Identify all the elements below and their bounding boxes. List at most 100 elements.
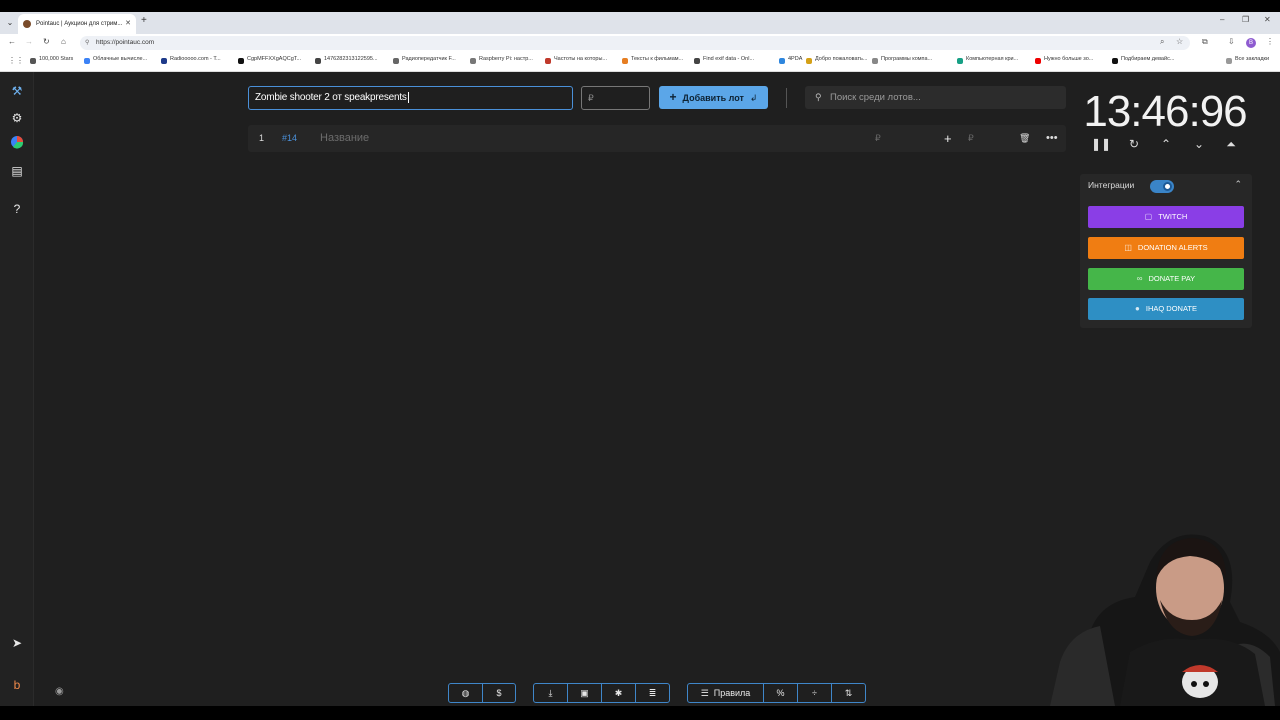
split-icon[interactable]: ÷ <box>798 684 832 702</box>
collapse-chevron-icon[interactable]: ⌃ <box>1234 179 1242 190</box>
bookmark-item[interactable]: Тексты к фильмам... <box>622 56 683 64</box>
time-down-icon[interactable]: ⌄ <box>1189 137 1209 151</box>
ihaq-icon: ● <box>1135 304 1140 313</box>
time-up-icon[interactable]: ⌃ <box>1156 137 1176 151</box>
rules-label: Правила <box>713 688 751 698</box>
bookmark-item[interactable]: 4PDA <box>779 56 802 64</box>
bookmark-item[interactable]: Find exif data - Onl... <box>694 56 754 64</box>
bookmark-item[interactable]: Облачные вычисле... <box>84 56 147 64</box>
search-icon: ⚲ <box>815 92 822 102</box>
pause-icon[interactable]: ❚❚ <box>1091 137 1111 151</box>
ihaq-donate-button[interactable]: ● IHAQ DONATE <box>1088 298 1244 320</box>
enter-arrow-icon: ↲ <box>749 93 758 103</box>
percent-button[interactable]: % <box>764 684 798 702</box>
bookmark-item[interactable]: Raspberry Pi: настр... <box>470 56 533 64</box>
double-up-icon[interactable]: ⏶ <box>1221 137 1241 152</box>
telegram-icon[interactable]: ➤ <box>8 634 26 652</box>
menu-kebab-icon[interactable]: ⋮ <box>1266 37 1274 46</box>
bookmark-item[interactable]: Программы компа... <box>872 56 932 64</box>
integrations-panel: Интеграции ⌃ ▢ TWITCH ◫ DONATION ALERTS ∞ DON… <box>1080 174 1252 328</box>
reset-timer-icon[interactable]: ↻ <box>1124 137 1144 151</box>
bookmarks-bar: ⋮⋮ 100,000 Stars Облачные вычисле... Radio… <box>0 52 1280 72</box>
download-icon[interactable]: ⤓ <box>534 684 568 702</box>
lot-amount: ₽ <box>875 133 881 143</box>
twitch-button[interactable]: ▢ TWITCH <box>1088 206 1244 228</box>
bookmark-item[interactable]: CgpMFFXXgAQCgT... <box>238 56 301 64</box>
streamer-webcam-overlay <box>1040 522 1280 706</box>
apps-grid-icon[interactable]: ⋮⋮ <box>8 56 24 65</box>
lot-name-value: Zombie shooter 2 от speakpresents <box>255 92 407 103</box>
save-floppy-icon[interactable]: ▣ <box>568 684 602 702</box>
url-field[interactable]: ⚲ https://pointauc.com <box>80 36 1190 50</box>
delete-trash-icon[interactable]: 🗑 <box>1019 125 1030 152</box>
bookmark-item[interactable]: Добро пожаловать... <box>806 56 867 64</box>
maximize-icon[interactable]: ❐ <box>1242 15 1249 24</box>
lot-name-input[interactable]: Zombie shooter 2 от speakpresents <box>248 86 573 110</box>
integrations-title: Интеграции <box>1088 180 1135 190</box>
integrations-toggle[interactable] <box>1150 180 1174 193</box>
bug-report-icon[interactable]: ✱ <box>602 684 636 702</box>
bookmark-item[interactable]: Компьютерная кри... <box>957 56 1018 64</box>
wheel-pie-icon[interactable] <box>8 135 26 153</box>
bookmark-item[interactable]: Подбираем девайс... <box>1112 56 1174 64</box>
all-bookmarks[interactable]: Все закладки <box>1226 56 1269 64</box>
lot-amount-input[interactable]: ₽ <box>581 86 650 110</box>
bookmark-item[interactable]: Радиопередатчик F... <box>393 56 456 64</box>
bookmark-item[interactable]: Частоты на которы... <box>545 56 607 64</box>
new-tab-icon[interactable]: + <box>141 15 147 26</box>
sort-icon[interactable]: ⇅ <box>832 684 865 702</box>
footer-group-files: ⤓ ▣ ✱ ≣ <box>533 683 670 703</box>
clear-list-icon[interactable]: ≣ <box>636 684 669 702</box>
bookmark-item[interactable]: 100,000 Stars <box>30 56 73 64</box>
add-amount-plus-icon[interactable]: + <box>944 125 952 152</box>
bookmark-item[interactable]: 1476282313122595... <box>315 56 378 64</box>
help-question-icon[interactable]: ? <box>8 200 26 218</box>
bookmark-star-icon[interactable]: ☆ <box>1176 37 1183 46</box>
zoom-icon[interactable]: ⌕ <box>1160 37 1164 47</box>
donation-alerts-button[interactable]: ◫ DONATION ALERTS <box>1088 237 1244 259</box>
home-icon[interactable]: ⌂ <box>61 37 66 46</box>
integration-label: IHAQ DONATE <box>1145 304 1197 313</box>
back-icon[interactable]: ← <box>8 37 16 46</box>
extensions-icon[interactable]: ⧉ <box>1202 37 1208 47</box>
boosty-icon[interactable]: b <box>8 676 26 694</box>
tab-title: Pointauc | Аукцион для стрим... <box>36 21 123 27</box>
auction-hammer-icon[interactable]: ⚒ <box>8 82 26 100</box>
donate-pay-button[interactable]: ∞ DONATE PAY <box>1088 268 1244 290</box>
lot-row: 1 #14 Название ₽ + ₽ 🗑 ••• <box>248 125 1066 152</box>
footer-group-links: ◍ $ <box>448 683 516 703</box>
downloads-icon[interactable]: ⇩ <box>1228 37 1235 46</box>
tab-search-icon[interactable]: ⌄ <box>3 15 17 30</box>
minimize-icon[interactable]: – <box>1220 15 1224 24</box>
forward-icon[interactable]: → <box>25 37 33 46</box>
github-icon[interactable]: ◍ <box>449 684 483 702</box>
more-options-icon[interactable]: ••• <box>1046 125 1058 152</box>
eye-icon[interactable]: ◉ <box>55 686 64 697</box>
search-placeholder: Поиск среди лотов... <box>830 92 921 103</box>
lot-search-input[interactable]: ⚲ Поиск среди лотов... <box>805 86 1066 109</box>
donation-alerts-icon: ◫ <box>1124 243 1132 252</box>
add-amount-input[interactable]: ₽ <box>968 125 974 152</box>
rules-button[interactable]: ☰ Правила <box>688 684 764 702</box>
auction-timer: 13:46:96 <box>1083 87 1247 136</box>
site-info-icon[interactable]: ⚲ <box>85 36 89 50</box>
lot-id: #14 <box>282 133 298 143</box>
browser-tab[interactable]: Pointauc | Аукцион для стрим... ✕ <box>18 14 136 34</box>
donate-dollar-icon[interactable]: $ <box>483 684 515 702</box>
bookmark-item[interactable]: Radiooooo.com - T... <box>161 56 221 64</box>
browser-window: ⌄ Pointauc | Аукцион для стрим... ✕ + – … <box>0 12 1280 706</box>
add-lot-button[interactable]: + Добавить лот ↲ <box>659 86 768 109</box>
sidebar: ⚒ ⚙ ▤ ? ➤ b <box>0 72 34 706</box>
lot-name-field[interactable]: Название <box>320 125 369 152</box>
bookmark-item[interactable]: Нужно больше зо... <box>1035 56 1093 64</box>
plus-icon: + <box>669 90 677 104</box>
settings-gear-icon[interactable]: ⚙ <box>8 109 26 127</box>
tab-strip: ⌄ Pointauc | Аукцион для стрим... ✕ + – … <box>0 12 1280 34</box>
reload-icon[interactable]: ↻ <box>43 37 50 46</box>
toolbar-divider <box>786 88 787 108</box>
history-clipboard-icon[interactable]: ▤ <box>8 162 26 180</box>
close-tab-icon[interactable]: ✕ <box>125 14 131 34</box>
add-lot-label: Добавить лот <box>682 93 744 103</box>
close-window-icon[interactable]: ✕ <box>1264 15 1271 24</box>
profile-avatar[interactable]: B <box>1246 38 1256 48</box>
